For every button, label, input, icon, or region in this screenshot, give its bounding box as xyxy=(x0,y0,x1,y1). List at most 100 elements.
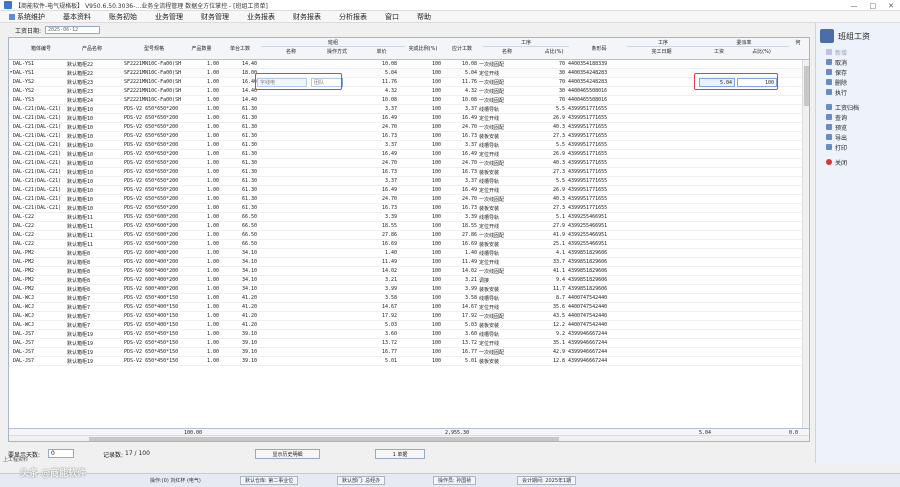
table-cell[interactable]: 16.73 xyxy=(359,205,397,211)
save-button[interactable]: 保存 xyxy=(816,67,900,77)
table-cell[interactable]: 1.00 xyxy=(185,106,219,112)
table-cell[interactable]: SF2221MN10C-Fa00(SH xyxy=(124,79,186,85)
table-cell[interactable]: 35.1 xyxy=(537,340,565,346)
table-cell[interactable]: 1.00 xyxy=(185,142,219,148)
table-cell[interactable]: 16.77 xyxy=(445,349,477,355)
table-cell[interactable]: 默认箱柜19 xyxy=(67,349,122,356)
table-cell[interactable]: 66.50 xyxy=(221,241,257,247)
table-cell[interactable]: 9.2 xyxy=(537,331,565,337)
table-cell[interactable]: 线槽导轨 xyxy=(479,214,534,221)
table-cell[interactable]: 5.5 xyxy=(537,106,565,112)
table-row[interactable]: DAL-YS3 默认箱柜24 SF2221MN10C-Fa00(SH 1.00 14.4… xyxy=(9,96,809,105)
maximize-icon[interactable]: □ xyxy=(870,2,877,10)
table-cell[interactable]: 3.99 xyxy=(445,286,477,292)
table-cell[interactable]: 4399951771655 xyxy=(568,205,626,211)
table-cell[interactable]: 4399951771655 xyxy=(568,133,626,139)
table-cell[interactable]: 40.3 xyxy=(537,160,565,166)
table-cell[interactable]: 默认箱柜19 xyxy=(67,358,122,365)
table-cell[interactable]: 3.37 xyxy=(445,178,477,184)
table-cell[interactable]: 4400354188339 xyxy=(568,61,626,67)
menu-business[interactable]: 业务管理 xyxy=(146,12,192,22)
table-cell[interactable]: 默认箱柜7 xyxy=(67,322,122,329)
menu-finance-report[interactable]: 财务报表 xyxy=(284,12,330,22)
table-cell[interactable]: 线槽导轨 xyxy=(479,295,534,302)
table-row[interactable]: DAL-YS2 默认箱柜23 SF2221MN10C-Fa00(SH 1.00 14.4… xyxy=(9,87,809,96)
table-cell[interactable]: 41.1 xyxy=(537,268,565,274)
table-cell[interactable]: 4399255466951 xyxy=(568,241,626,247)
table-cell[interactable]: PDS-V2 600*400*200 xyxy=(124,259,186,265)
table-cell[interactable]: 一次线固配 xyxy=(479,196,534,203)
table-cell[interactable]: 11.7 xyxy=(537,286,565,292)
table-cell[interactable]: 默认箱柜10 xyxy=(67,205,122,212)
table-cell[interactable]: 4399851829606 xyxy=(568,268,626,274)
table-cell[interactable]: 100 xyxy=(401,340,441,346)
query-button[interactable]: 查询 xyxy=(816,112,900,122)
table-cell[interactable]: 61.30 xyxy=(221,169,257,175)
table-cell[interactable]: 24.70 xyxy=(445,124,477,130)
table-cell[interactable]: 3.21 xyxy=(445,277,477,283)
table-cell[interactable]: 39.10 xyxy=(221,358,257,364)
table-cell[interactable]: 默认箱柜22 xyxy=(67,70,122,77)
table-cell[interactable]: 1.00 xyxy=(185,61,219,67)
table-row[interactable]: DAL-YS2 默认箱柜23 SF2221MN10C-Fa00(SH 1.00 16.4… xyxy=(9,78,809,87)
table-cell[interactable]: PDS-V2 650*450*150 xyxy=(124,340,186,346)
table-cell[interactable]: 3.21 xyxy=(359,277,397,283)
table-cell[interactable]: 41.20 xyxy=(221,295,257,301)
table-cell[interactable]: 34.10 xyxy=(221,268,257,274)
table-cell[interactable]: DAL-C22 xyxy=(13,223,67,229)
table-row[interactable]: DAL-PM2 默认箱柜8 PDS-V2 600*400*200 1.00 34.10 3… xyxy=(9,276,809,285)
table-cell[interactable]: 5.01 xyxy=(445,358,477,364)
table-cell[interactable]: 10.08 xyxy=(359,61,397,67)
table-cell[interactable]: PDS-V2 650*650*200 xyxy=(124,205,186,211)
table-row[interactable]: DAL-JS7 默认箱柜19 PDS-V2 650*450*150 1.00 39.10… xyxy=(9,339,809,348)
table-row[interactable]: DAL-C22 默认箱柜11 PDS-V2 650*600*200 1.00 66.50… xyxy=(9,231,809,240)
menu-window[interactable]: 窗口 xyxy=(376,12,408,22)
table-cell[interactable]: 100 xyxy=(401,214,441,220)
table-cell[interactable]: DAL-JS7 xyxy=(13,340,67,346)
table-row[interactable]: DAL-C21(DAL-C21) 默认箱柜10 PDS-V2 650*650*200… xyxy=(9,105,809,114)
table-cell[interactable]: 70 xyxy=(537,79,565,85)
table-cell[interactable]: 4400354248283 xyxy=(568,70,626,76)
table-cell[interactable]: 线槽导轨 xyxy=(479,106,534,113)
table-cell[interactable]: 24.70 xyxy=(445,160,477,166)
table-cell[interactable]: 定位开线 xyxy=(479,340,534,347)
table-cell[interactable]: 14.40 xyxy=(221,97,257,103)
export-button[interactable]: 导出 xyxy=(816,132,900,142)
table-cell[interactable]: 100 xyxy=(401,205,441,211)
table-cell[interactable]: DAL-C22 xyxy=(13,214,67,220)
table-cell[interactable]: 43.5 xyxy=(537,313,565,319)
table-cell[interactable]: 1.00 xyxy=(185,178,219,184)
table-cell[interactable]: 4.32 xyxy=(359,88,397,94)
table-cell[interactable]: PDS-V2 600*400*200 xyxy=(124,250,186,256)
table-cell[interactable]: 26.9 xyxy=(537,115,565,121)
table-cell[interactable]: DAL-YS2 xyxy=(13,79,67,85)
table-cell[interactable]: PDS-V2 650*400*150 xyxy=(124,322,186,328)
table-cell[interactable]: 100 xyxy=(401,187,441,193)
table-cell[interactable]: 3.58 xyxy=(359,295,397,301)
table-cell[interactable]: SF2221MN10C-Fa00(SH xyxy=(124,70,186,76)
table-cell[interactable]: 调接 xyxy=(479,277,534,284)
table-cell[interactable]: 100 xyxy=(401,223,441,229)
table-cell[interactable]: 4399951771655 xyxy=(568,187,626,193)
table-cell[interactable]: 13.72 xyxy=(359,340,397,346)
menu-basic-data[interactable]: 基本资料 xyxy=(54,12,100,22)
table-cell[interactable]: 5.1 xyxy=(537,214,565,220)
table-cell[interactable]: 1.00 xyxy=(185,88,219,94)
table-cell[interactable]: 33.7 xyxy=(537,259,565,265)
col-pratio[interactable]: 占比(%) xyxy=(539,48,569,55)
table-cell[interactable]: PDS-V2 650*650*200 xyxy=(124,133,186,139)
table-cell[interactable]: 100 xyxy=(401,349,441,355)
table-cell[interactable]: DAL-JS7 xyxy=(13,331,67,337)
table-cell[interactable]: 4399951771655 xyxy=(568,106,626,112)
table-cell[interactable]: PDS-V2 650*600*200 xyxy=(124,241,186,247)
col-pname[interactable]: 名称 xyxy=(487,48,527,55)
table-cell[interactable]: 4399255466951 xyxy=(568,232,626,238)
table-cell[interactable]: 100 xyxy=(401,331,441,337)
table-cell[interactable]: 14.02 xyxy=(359,268,397,274)
table-cell[interactable]: 4399255466951 xyxy=(568,214,626,220)
table-cell[interactable]: 9.4 xyxy=(537,277,565,283)
table-cell[interactable]: 27.9 xyxy=(537,223,565,229)
table-cell[interactable]: 35.6 xyxy=(537,304,565,310)
table-cell[interactable]: PDS-V2 650*650*200 xyxy=(124,169,186,175)
table-cell[interactable]: 100 xyxy=(401,250,441,256)
